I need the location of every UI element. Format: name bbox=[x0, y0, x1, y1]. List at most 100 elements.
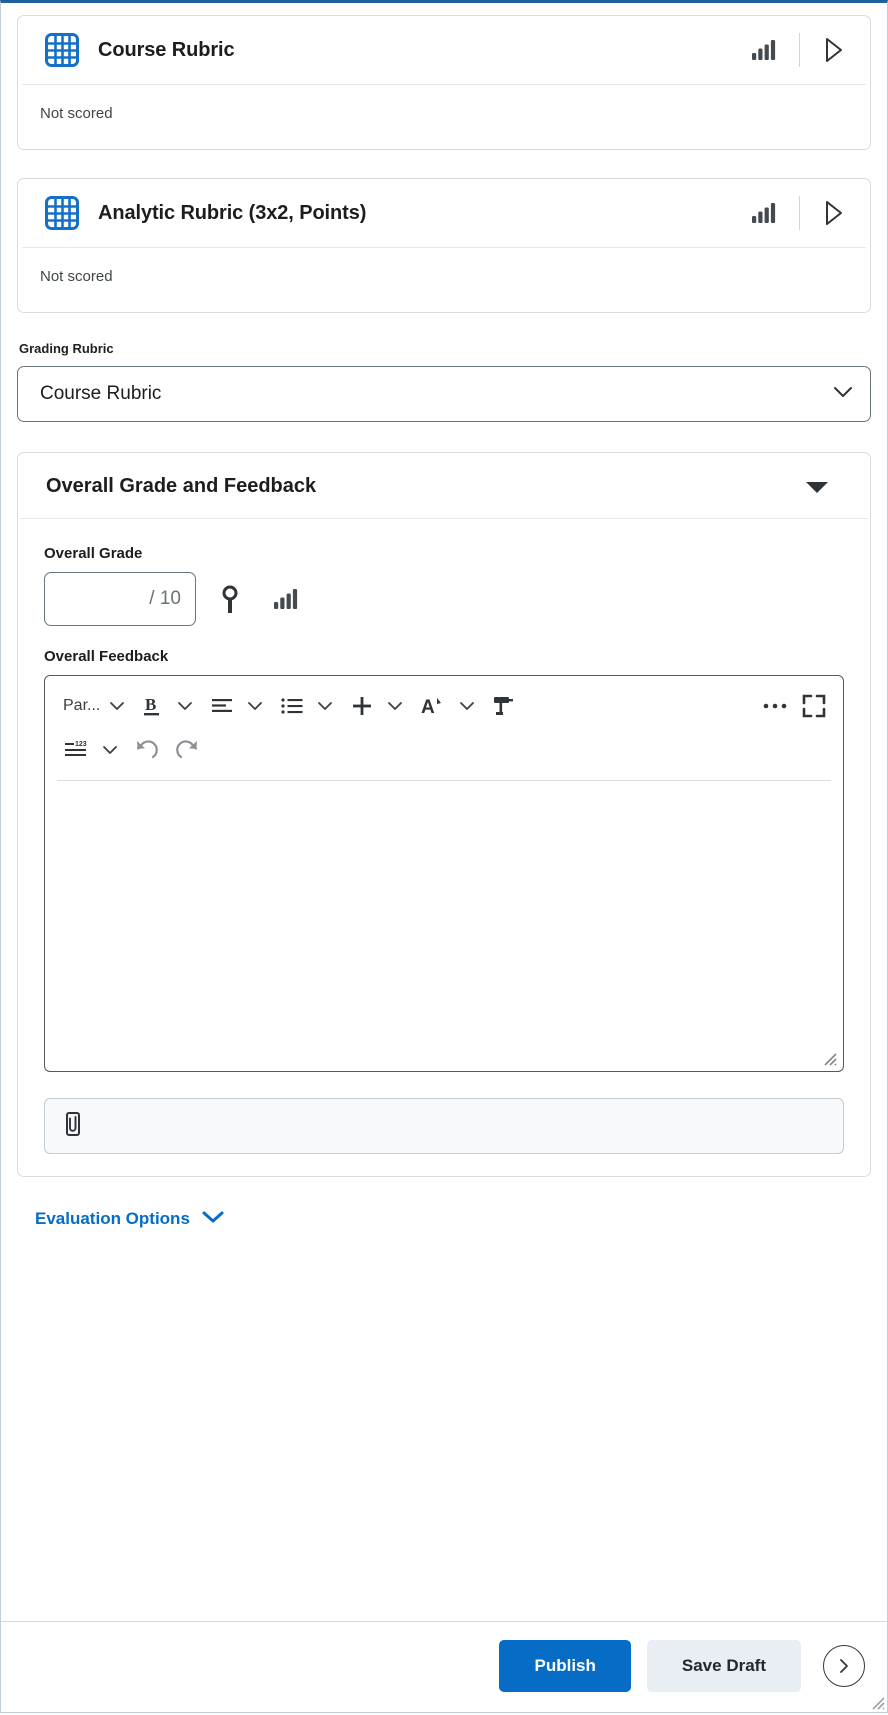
header-divider bbox=[799, 196, 800, 230]
page-title: Overall Grade and Feedback bbox=[46, 475, 317, 497]
editor-toolbar-row-1: Par... B A bbox=[55, 684, 833, 728]
font-accent-icon: A bbox=[421, 697, 442, 718]
bold-button[interactable]: B bbox=[136, 688, 170, 724]
grade-from-rubric-button[interactable] bbox=[208, 577, 252, 621]
resize-grip-icon[interactable] bbox=[821, 1050, 837, 1066]
evaluation-scroll-area[interactable]: Course Rubric Not scored Analytic Rubric… bbox=[1, 3, 887, 1621]
rubric-statistics-button[interactable] bbox=[739, 201, 789, 225]
feedback-attachment-bar[interactable] bbox=[44, 1098, 844, 1154]
insert-group bbox=[342, 684, 412, 728]
evaluation-options-label: Evaluation Options bbox=[35, 1209, 190, 1228]
triangle-down-icon bbox=[806, 481, 828, 493]
overall-feedback-label: Overall Feedback bbox=[44, 648, 169, 665]
grading-rubric-label: Grading Rubric bbox=[19, 341, 114, 356]
plus-icon bbox=[353, 697, 372, 715]
award-ribbon-icon bbox=[222, 585, 238, 613]
rubric-card-header: Analytic Rubric (3x2, Points) bbox=[22, 179, 866, 248]
editor-toolbar-row-2: 123 bbox=[55, 728, 833, 772]
grading-rubric-select-wrap: Course Rubric bbox=[17, 366, 871, 422]
rubric-grid-icon bbox=[44, 32, 80, 68]
svg-text:A: A bbox=[421, 697, 435, 718]
rubric-header-tools bbox=[739, 196, 858, 230]
overall-grade-row: / 10 bbox=[44, 572, 844, 626]
align-group bbox=[202, 684, 272, 728]
rubric-status: Not scored bbox=[40, 268, 113, 285]
window-resize-grip-icon[interactable] bbox=[869, 1694, 885, 1710]
svg-text:B: B bbox=[145, 695, 156, 714]
more-options-button[interactable] bbox=[755, 688, 795, 724]
publish-button[interactable]: Publish bbox=[499, 1640, 631, 1692]
rubric-grid-icon bbox=[44, 195, 80, 231]
font-style-group: A bbox=[412, 684, 484, 728]
header-divider bbox=[799, 33, 800, 67]
svg-text:123: 123 bbox=[75, 741, 87, 748]
overall-panel-header[interactable]: Overall Grade and Feedback bbox=[20, 453, 868, 519]
overall-grade-label: Overall Grade bbox=[44, 545, 143, 562]
rubric-title: Analytic Rubric (3x2, Points) bbox=[98, 201, 367, 224]
chevron-down-icon[interactable] bbox=[310, 688, 340, 724]
rubric-card-body: Not scored bbox=[18, 248, 870, 312]
rubric-expand-button[interactable] bbox=[810, 36, 858, 64]
rubric-statistics-button[interactable] bbox=[739, 38, 789, 62]
chevron-down-icon bbox=[202, 1210, 224, 1229]
align-button[interactable] bbox=[204, 688, 240, 724]
editor-toolbar: Par... B A 123 bbox=[45, 676, 843, 776]
chevron-down-icon[interactable] bbox=[102, 688, 132, 724]
overall-grade-input[interactable]: / 10 bbox=[44, 572, 196, 626]
chevron-down-icon[interactable] bbox=[380, 688, 410, 724]
overall-panel-body: Overall Grade / 10 Overall Feedback Par.… bbox=[18, 519, 870, 1154]
fullscreen-button[interactable] bbox=[795, 688, 833, 724]
chevron-down-icon[interactable] bbox=[240, 688, 270, 724]
bulleted-list-icon bbox=[281, 698, 303, 714]
list-button[interactable] bbox=[274, 688, 310, 724]
expand-fullscreen-icon bbox=[802, 694, 826, 718]
rubric-card: Analytic Rubric (3x2, Points) Not scored bbox=[17, 178, 871, 313]
grade-statistics-button[interactable] bbox=[264, 577, 308, 621]
rubric-card-body: Not scored bbox=[18, 85, 870, 149]
format-paragraph-dropdown[interactable]: Par... bbox=[57, 688, 102, 724]
evaluation-panel: Course Rubric Not scored Analytic Rubric… bbox=[0, 0, 888, 1713]
bar-chart-icon bbox=[752, 40, 776, 60]
insert-button[interactable] bbox=[344, 688, 380, 724]
word-count-group: 123 bbox=[55, 728, 127, 772]
triangle-right-icon bbox=[826, 201, 842, 225]
chevron-down-icon[interactable] bbox=[95, 732, 125, 768]
overall-grade-feedback-panel: Overall Grade and Feedback Overall Grade… bbox=[17, 452, 871, 1177]
triangle-right-icon bbox=[826, 38, 842, 62]
paint-roller-icon bbox=[494, 697, 514, 715]
paperclip-icon[interactable] bbox=[63, 1111, 83, 1142]
rubric-status: Not scored bbox=[40, 105, 113, 122]
feedback-html-editor: Par... B A 123 bbox=[44, 675, 844, 1072]
list-group bbox=[272, 684, 342, 728]
chevron-down-icon[interactable] bbox=[452, 688, 482, 724]
evaluation-options-toggle[interactable]: Evaluation Options bbox=[17, 1203, 871, 1229]
undo-icon bbox=[136, 740, 158, 759]
grading-rubric-select[interactable]: Course Rubric bbox=[17, 366, 871, 422]
rubric-card-header: Course Rubric bbox=[22, 16, 866, 85]
redo-button[interactable] bbox=[167, 732, 207, 768]
save-draft-button[interactable]: Save Draft bbox=[646, 1640, 801, 1692]
lines-123-icon: 123 bbox=[65, 741, 87, 756]
circle-arrow-right-icon bbox=[840, 1659, 848, 1673]
feedback-textarea[interactable] bbox=[45, 781, 843, 1071]
align-left-icon bbox=[212, 699, 233, 712]
bold-group: B bbox=[134, 684, 202, 728]
overall-panel-collapse-button[interactable] bbox=[792, 479, 842, 495]
bold-icon: B bbox=[144, 695, 160, 716]
chevron-down-icon[interactable] bbox=[170, 688, 200, 724]
ellipsis-icon bbox=[763, 703, 787, 709]
font-style-button[interactable]: A bbox=[414, 688, 452, 724]
evaluation-footer: Publish Save Draft bbox=[1, 1621, 887, 1712]
undo-button[interactable] bbox=[127, 732, 167, 768]
format-painter-button[interactable] bbox=[484, 688, 522, 724]
rubric-card: Course Rubric Not scored bbox=[17, 15, 871, 150]
redo-icon bbox=[176, 740, 198, 759]
word-count-dropdown[interactable]: 123 bbox=[57, 732, 95, 768]
rubric-header-tools bbox=[739, 33, 858, 67]
format-paragraph-group: Par... bbox=[55, 684, 134, 728]
bar-chart-icon bbox=[752, 203, 776, 223]
bar-chart-icon bbox=[274, 589, 298, 609]
next-student-button[interactable] bbox=[823, 1645, 865, 1687]
rubric-title: Course Rubric bbox=[98, 38, 235, 61]
rubric-expand-button[interactable] bbox=[810, 199, 858, 227]
